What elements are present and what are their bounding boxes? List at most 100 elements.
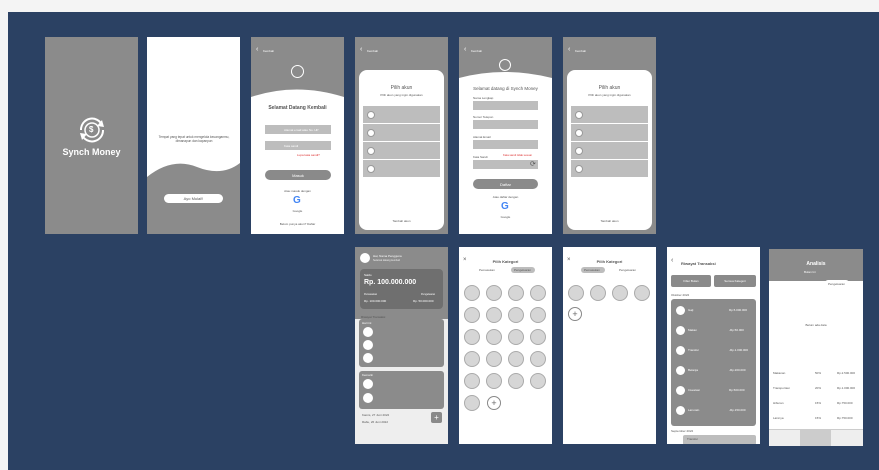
transaction-icon (676, 386, 685, 395)
register-link[interactable]: Belum punya akun? Daftar (251, 222, 344, 226)
back-icon[interactable]: ‹ (256, 46, 258, 53)
back-label[interactable]: Kembali (367, 49, 378, 53)
category-item[interactable] (486, 307, 502, 323)
back-icon[interactable]: ‹ (671, 257, 673, 264)
add-category-icon[interactable]: + (568, 307, 582, 321)
category-item[interactable] (486, 373, 502, 389)
empty-state: Belum ada data (805, 323, 827, 327)
password-placeholder: Kata sandi (284, 144, 299, 148)
analysis-title: Analisis (806, 261, 826, 267)
transaction-icon (676, 346, 685, 355)
transaction-amount: -Rp.150.000 (729, 408, 746, 412)
back-icon[interactable]: ‹ (464, 46, 466, 53)
analysis-val: Rp.750.000 (837, 401, 853, 405)
tab-income[interactable]: Pemasukan (787, 282, 803, 286)
field-label: Alamat Email (473, 135, 491, 139)
back-label[interactable]: Kembali (263, 49, 274, 53)
category-icon (363, 393, 373, 403)
category-item[interactable] (634, 285, 650, 301)
analysis-pct: 50% (815, 371, 822, 375)
register-button[interactable]: Daftar (473, 179, 538, 189)
category-item[interactable] (464, 307, 480, 323)
choose-account-screen-2: ‹ Kembali Pilih akun Pilih akun yang ing… (563, 37, 656, 234)
category-item[interactable] (486, 351, 502, 367)
analysis-val: Rp.1.000.000 (837, 386, 856, 390)
transaction-amount: -Rp.200.000 (729, 368, 746, 372)
google-label: Google (500, 215, 511, 219)
login-button[interactable]: Masuk (265, 170, 331, 180)
analysis-pct: 15% (815, 416, 822, 420)
password-input[interactable] (473, 160, 538, 169)
account-avatar-icon (367, 129, 375, 137)
add-account-link[interactable]: Tambah akun (355, 219, 448, 223)
forgot-password-link[interactable]: Lupa kata sandi? (297, 153, 320, 157)
category-item[interactable] (508, 329, 524, 345)
analysis-label: Lainnya (773, 416, 784, 420)
category-item[interactable] (508, 307, 524, 323)
avatar[interactable] (360, 253, 370, 263)
category-item[interactable] (464, 395, 480, 411)
transaction-amount: -Rp.1.000.000 (729, 348, 749, 352)
period-selector[interactable]: Bulan Ini (804, 270, 816, 274)
category-item[interactable] (508, 285, 524, 301)
transaction-label: Makan (688, 328, 698, 332)
category-item[interactable] (464, 329, 480, 345)
nav-item-active[interactable] (800, 429, 831, 446)
email-input[interactable] (473, 140, 538, 149)
back-icon[interactable]: ‹ (568, 46, 570, 53)
month-filter[interactable]: Filter Bulan (671, 275, 711, 287)
category-screen-1: × Pilih Kategori Pemasukan Pengeluaran + (459, 247, 552, 444)
account-sub: Pilih akun yang ingin digunakan (380, 93, 423, 97)
back-label[interactable]: Kembali (471, 49, 482, 53)
login-title: Selamat Datang Kembali (268, 105, 327, 111)
add-transaction-button[interactable]: + (431, 412, 442, 423)
category-item[interactable] (464, 351, 480, 367)
back-label[interactable]: Kembali (575, 49, 586, 53)
category-item[interactable] (530, 285, 546, 301)
refresh-icon[interactable]: ⟳ (530, 160, 536, 168)
tab-income[interactable]: Pemasukan (479, 268, 495, 272)
account-avatar-icon (575, 111, 583, 119)
account-heading: Pilih akun (598, 85, 621, 91)
category-item[interactable] (530, 373, 546, 389)
category-filter[interactable]: Semua Kategori (714, 275, 756, 287)
analysis-label: Transportasi (773, 386, 790, 390)
add-account-link[interactable]: Tambah akun (563, 219, 656, 223)
category-item[interactable] (530, 329, 546, 345)
transaction-icon (676, 366, 685, 375)
transaction-label: Transfer (688, 348, 700, 352)
income-value: Rp. 100.000.000 (364, 299, 387, 303)
category-item[interactable] (486, 285, 502, 301)
google-icon[interactable]: G (501, 201, 509, 212)
back-icon[interactable]: ‹ (360, 46, 362, 53)
analysis-label: Makanan (773, 371, 786, 375)
google-icon[interactable]: G (293, 195, 301, 206)
analysis-label: Hiburan (773, 401, 784, 405)
category-item[interactable] (486, 329, 502, 345)
phone-input[interactable] (473, 120, 538, 129)
category-item[interactable] (612, 285, 628, 301)
name-input[interactable] (473, 101, 538, 110)
account-avatar-icon (367, 147, 375, 155)
transaction-label: Transfer (687, 437, 699, 441)
user-name: Hai, Nama Pengguna (373, 254, 402, 258)
category-item[interactable] (568, 285, 584, 301)
intro-screen: Tempat yang tepat untuk mengelola keuang… (147, 37, 240, 234)
email-placeholder: Alamat email atau No. HP (284, 128, 319, 132)
category-item[interactable] (530, 351, 546, 367)
add-category-icon[interactable]: + (487, 396, 501, 410)
category-item[interactable] (530, 307, 546, 323)
category-item[interactable] (464, 373, 480, 389)
category-item[interactable] (508, 351, 524, 367)
tab-expense[interactable]: Pengeluaran (619, 268, 636, 272)
logo-icon (291, 65, 304, 78)
analysis-val: Rp.750.000 (837, 416, 853, 420)
field-label: Nomor Telepon (473, 115, 494, 119)
category-item[interactable] (508, 373, 524, 389)
login-wave (251, 89, 344, 117)
category-title: Pilih Kategori (492, 259, 519, 264)
category-item[interactable] (464, 285, 480, 301)
design-canvas: $ Synch Money Tempat yang tepat untuk me… (8, 12, 879, 470)
category-item[interactable] (590, 285, 606, 301)
start-button[interactable]: Ayo Mulai!! (164, 194, 223, 203)
